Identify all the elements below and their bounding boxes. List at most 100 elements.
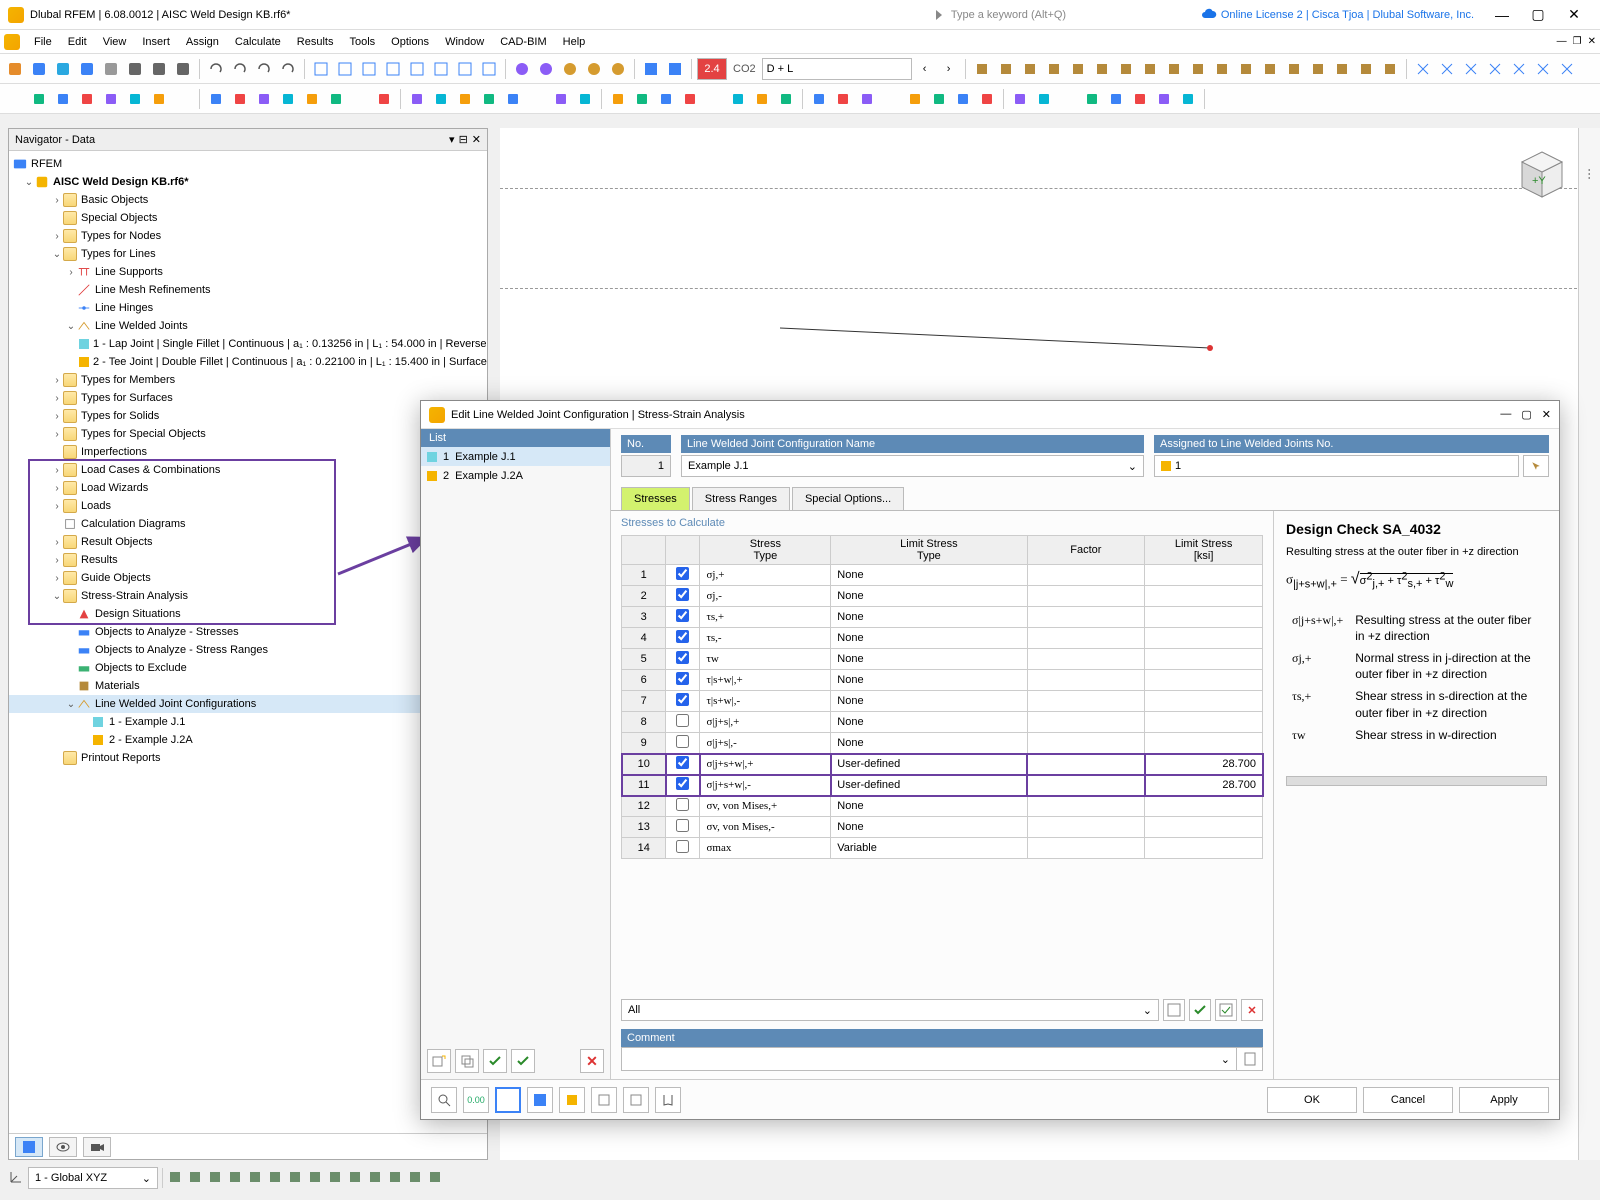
table-row[interactable]: 12σv, von Mises,+None [622,796,1263,817]
footer-btn5[interactable] [559,1087,585,1113]
toolbar1-res-8[interactable] [1163,58,1185,80]
toolbar1-res-16[interactable] [1355,58,1377,80]
toolbar1-end-5[interactable] [1532,58,1554,80]
menu-edit[interactable]: Edit [60,30,95,53]
toolbar2-btn-33[interactable] [832,88,854,110]
toolbar1-end-1[interactable] [1436,58,1458,80]
table-row[interactable]: 13σv, von Mises,-None [622,817,1263,838]
statusbar-btn-7[interactable] [307,1169,323,1188]
footer-zoom-button[interactable] [431,1087,457,1113]
filter-btn1[interactable] [1163,999,1185,1021]
toolbar1-end-6[interactable] [1556,58,1578,80]
load-combo-select[interactable]: D + L [762,58,912,80]
row-checkbox[interactable] [676,819,689,832]
table-row[interactable]: 4τs,-None [622,628,1263,649]
row-checkbox[interactable] [676,672,689,685]
toolbar2-btn-20[interactable] [502,88,524,110]
toolbar1-view-5[interactable] [430,58,452,80]
list-delete-button[interactable]: ✕ [580,1049,604,1073]
row-checkbox[interactable] [676,651,689,664]
toolbar2-btn-16[interactable] [406,88,428,110]
tree-item[interactable]: Printout Reports [9,749,487,767]
minimize-button[interactable]: — [1484,7,1520,23]
toolbar2-btn-39[interactable] [976,88,998,110]
tree-item[interactable]: ›Types for Nodes [9,227,487,245]
toolbar1-btn-2[interactable] [52,58,74,80]
toolbar1-view-1[interactable] [334,58,356,80]
toolbar2-btn-22[interactable] [550,88,572,110]
statusbar-btn-9[interactable] [347,1169,363,1188]
toolbar2-btn-31[interactable] [775,88,797,110]
toolbar2-btn-2[interactable] [52,88,74,110]
toolbar1-view-6[interactable] [454,58,476,80]
toolbar2-btn-40[interactable] [1009,88,1031,110]
toolbar2-btn-41[interactable] [1033,88,1055,110]
menu-window[interactable]: Window [437,30,492,53]
tree-item[interactable]: 1 - Lap Joint | Single Fillet | Continuo… [9,335,487,353]
menu-assign[interactable]: Assign [178,30,227,53]
toolbar1-undo-3[interactable] [277,58,299,80]
cancel-button[interactable]: Cancel [1363,1087,1453,1113]
footer-units-button[interactable]: 0.00 [463,1087,489,1113]
row-checkbox[interactable] [676,714,689,727]
tree-file[interactable]: ⌄ AISC Weld Design KB.rf6* [9,173,487,191]
toolbar2-btn-15[interactable] [373,88,395,110]
statusbar-btn-10[interactable] [367,1169,383,1188]
toolbar1-calc-1[interactable] [535,58,557,80]
toolbar1-res-0[interactable] [971,58,993,80]
nav-close-icon[interactable]: ✕ [472,133,481,146]
nav-tab-data[interactable] [15,1137,43,1157]
table-row[interactable]: 2σj,-None [622,586,1263,607]
statusbar-btn-13[interactable] [427,1169,443,1188]
navigator-tree[interactable]: RFEM ⌄ AISC Weld Design KB.rf6* ›Basic O… [9,151,487,1133]
toolbar1-btn-1[interactable] [28,58,50,80]
row-checkbox[interactable] [676,756,689,769]
toolbar2-btn-4[interactable] [100,88,122,110]
menu-calculate[interactable]: Calculate [227,30,289,53]
toolbar1-calc-4[interactable] [607,58,629,80]
statusbar-btn-3[interactable] [227,1169,243,1188]
table-row[interactable]: 8σ|j+s|,+None [622,712,1263,733]
toolbar1-view-0[interactable] [310,58,332,80]
filter-btn3[interactable] [1215,999,1237,1021]
row-checkbox[interactable] [676,609,689,622]
footer-box-button[interactable] [495,1087,521,1113]
toolbar2-btn-25[interactable] [631,88,653,110]
toolbar2-btn-42[interactable] [1057,88,1079,110]
mdi-minimize[interactable]: — [1557,36,1567,47]
toolbar2-btn-47[interactable] [1177,88,1199,110]
toolbar2-btn-34[interactable] [856,88,878,110]
row-checkbox[interactable] [676,840,689,853]
close-button[interactable]: ✕ [1556,6,1592,23]
row-checkbox[interactable] [676,735,689,748]
tree-item[interactable]: ⌄Types for Lines [9,245,487,263]
menu-help[interactable]: Help [555,30,594,53]
toolbar1-res-12[interactable] [1259,58,1281,80]
tree-item[interactable]: ⌄Stress-Strain Analysis [9,587,487,605]
toolbar2-btn-10[interactable] [253,88,275,110]
tree-item[interactable]: ›Loads [9,497,487,515]
statusbar-btn-11[interactable] [387,1169,403,1188]
ok-button[interactable]: OK [1267,1087,1357,1113]
tree-item[interactable]: ›Types for Surfaces [9,389,487,407]
table-row[interactable]: 10σ|j+s+w|,+User-defined28.700 [622,754,1263,775]
filter-select[interactable]: All⌄ [621,999,1159,1021]
toolbar2-btn-28[interactable] [703,88,725,110]
table-row[interactable]: 1σj,+None [622,565,1263,586]
list-add-button[interactable] [427,1049,451,1073]
toolbar2-btn-27[interactable] [679,88,701,110]
list-item[interactable]: 1Example J.1 [421,447,610,466]
footer-btn4[interactable] [527,1087,553,1113]
mdi-restore[interactable]: ❐ [1573,36,1582,47]
tree-item[interactable]: ›Types for Members [9,371,487,389]
tree-item[interactable]: 2 - Tee Joint | Double Fillet | Continuo… [9,353,487,371]
toolbar2-btn-35[interactable] [880,88,902,110]
statusbar-btn-1[interactable] [187,1169,203,1188]
toolbar2-btn-21[interactable] [526,88,548,110]
nav-pin-icon[interactable]: ⊟ [459,133,468,146]
toolbar2-btn-32[interactable] [808,88,830,110]
toolbar2-btn-36[interactable] [904,88,926,110]
toolbar1-res-7[interactable] [1139,58,1161,80]
tree-item[interactable]: ›Line Supports [9,263,487,281]
toolbar1-calc-3[interactable] [583,58,605,80]
